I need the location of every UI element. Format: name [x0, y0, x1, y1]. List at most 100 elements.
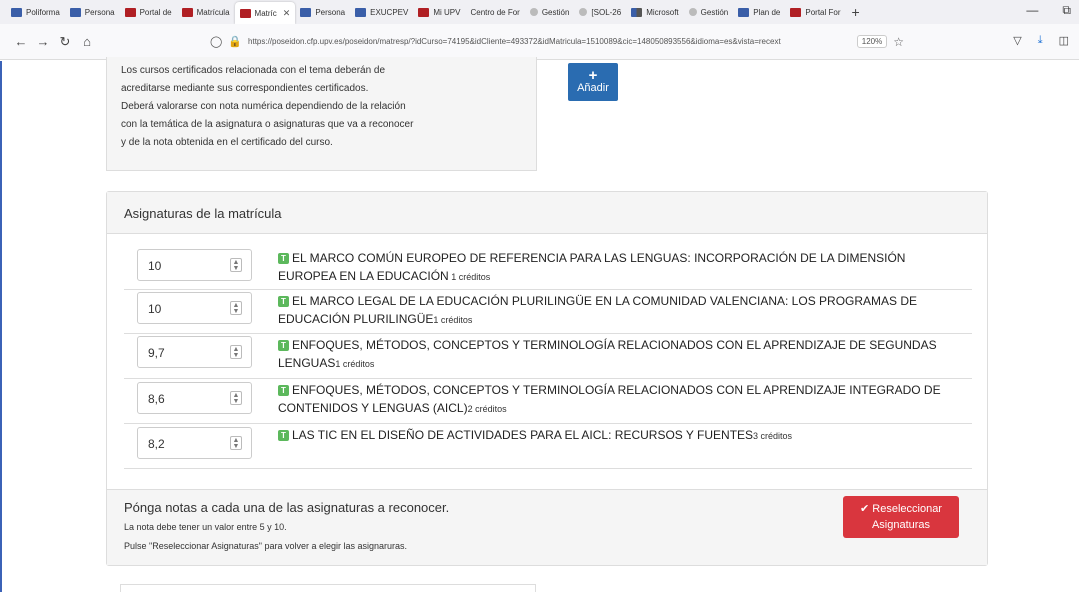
browser-tab[interactable]: Portal de [120, 0, 177, 24]
reselect-label-line2: Asignaturas [871, 519, 931, 531]
spinner-icon[interactable]: ▲ ▼ [230, 301, 242, 315]
grade-value[interactable]: 9,7 [148, 346, 165, 360]
subject-row: 9,7 ▲ ▼ T ENFOQUES, MÉTODOS, CONCEPTOS Y T… [124, 334, 972, 379]
spinner-icon[interactable]: ▲ ▼ [230, 258, 242, 272]
zoom-level[interactable]: 120% [856, 35, 888, 48]
page-content: Los cursos certificados relacionada con … [0, 57, 1079, 592]
panel-title: Asignaturas de la matrícula [107, 192, 987, 234]
subjects-panel: Asignaturas de la matrícula 10 ▲ ▼ T EL MA… [106, 191, 988, 566]
tab-favicon-icon [181, 7, 193, 17]
spinner-icon[interactable]: ▲ ▼ [230, 436, 242, 450]
tab-label: Centro de For [470, 7, 520, 17]
type-badge: T [278, 430, 289, 441]
new-tab-icon[interactable]: + [846, 4, 866, 20]
tab-favicon-icon [11, 7, 22, 17]
subject-title-line2: EUROPEA EN LA EDUCACIÓN [278, 269, 449, 283]
grade-input[interactable]: 8,6 ▲ ▼ [137, 382, 252, 414]
spinner-icon[interactable]: ▲ ▼ [230, 391, 242, 405]
sidebar-icon[interactable]: ◫ [1059, 34, 1069, 47]
shield-icon[interactable]: ◯ [210, 35, 222, 48]
browser-tab[interactable]: Matríc ✕ [234, 2, 296, 24]
subject-credits: 3 créditos [753, 431, 793, 441]
browser-tab[interactable]: Persona [65, 0, 120, 24]
tab-label: Matríc [254, 8, 277, 18]
subject-credits: 2 créditos [467, 404, 507, 414]
subject-title-line1: ENFOQUES, MÉTODOS, CONCEPTOS Y TERMINOLO… [292, 338, 937, 352]
grade-input[interactable]: 10 ▲ ▼ [137, 249, 252, 281]
next-card [120, 584, 536, 592]
browser-tab[interactable]: Microsoft [626, 0, 683, 24]
tab-label: Gestión [541, 7, 570, 17]
browser-tab[interactable]: Poliforma [6, 0, 65, 24]
browser-tab[interactable]: EXUCPEV [350, 0, 413, 24]
tab-favicon-icon [239, 8, 251, 18]
grade-value[interactable]: 10 [148, 302, 161, 316]
browser-tab[interactable]: Gestión [525, 0, 575, 24]
tab-favicon-icon [579, 8, 588, 16]
browser-tab[interactable]: [SOL-26 [574, 0, 626, 24]
tab-favicon-icon [300, 7, 312, 17]
spinner-icon[interactable]: ▲ ▼ [230, 345, 242, 359]
reload-icon[interactable]: ↻ [54, 34, 76, 50]
url-text[interactable]: https://poseidon.cfp.upv.es/poseidon/mat… [248, 37, 851, 46]
tab-favicon-icon [69, 7, 81, 17]
type-badge: T [278, 385, 289, 396]
close-icon[interactable]: ✕ [283, 8, 291, 19]
tab-favicon-icon [738, 7, 750, 17]
subject-row: 8,6 ▲ ▼ T ENFOQUES, MÉTODOS, CONCEPTOS Y T… [124, 379, 972, 424]
tab-label: Plan de [753, 7, 781, 17]
subject-name: T LAS TIC EN EL DISEÑO DE ACTIVIDADES PAR… [278, 426, 958, 445]
pocket-icon[interactable]: ▽ [1013, 34, 1021, 47]
footer-note: Pulse "Reseleccionar Asignaturas" para v… [124, 541, 408, 551]
browser-tab[interactable]: Gestión [684, 0, 734, 24]
address-bar[interactable]: ◯ 🔒 https://poseidon.cfp.upv.es/poseidon… [204, 29, 904, 55]
browser-tab[interactable]: Mi UPV [413, 0, 465, 24]
grade-value[interactable]: 8,2 [148, 437, 165, 451]
subject-row: 10 ▲ ▼ T EL MARCO COMÚN EUROPEO DE REFEREN… [124, 245, 972, 290]
grade-value[interactable]: 8,6 [148, 392, 165, 406]
panel-footer: Pónga notas a cada una de las asignatura… [107, 489, 987, 565]
home-icon[interactable]: ⌂ [76, 34, 98, 49]
tab-label: Mi UPV [433, 7, 461, 17]
footer-note: La nota debe tener un valor entre 5 y 10… [124, 522, 287, 532]
grade-input[interactable]: 8,2 ▲ ▼ [137, 427, 252, 459]
browser-tab[interactable]: Centro de For [465, 0, 524, 24]
tab-label: [SOL-26 [591, 7, 622, 17]
plus-icon: + [588, 67, 598, 84]
browser-toolbar: ← → ↻ ⌂ ◯ 🔒 https://poseidon.cfp.upv.es/… [0, 24, 1079, 60]
tab-favicon-icon [790, 7, 802, 17]
back-icon[interactable]: ← [10, 34, 32, 49]
minimize-icon[interactable]: — [1026, 3, 1038, 18]
add-button-label: Añadir [577, 82, 609, 94]
add-button[interactable]: + Añadir [568, 63, 618, 101]
info-line: con la temática de la asignatura o asign… [121, 119, 414, 130]
restore-icon[interactable]: ⧉ [1062, 3, 1071, 18]
subject-title-line2: EDUCACIÓN PLURILINGÜE [278, 312, 434, 326]
type-badge: T [278, 253, 289, 264]
lock-icon[interactable]: 🔒 [228, 35, 242, 48]
download-icon[interactable]: ⤓ [1038, 34, 1043, 47]
grade-input[interactable]: 10 ▲ ▼ [137, 292, 252, 324]
subject-name: T EL MARCO LEGAL DE LA EDUCACIÓN PLURILIN… [278, 292, 958, 329]
tab-favicon-icon [418, 7, 430, 17]
browser-tab[interactable]: Portal For [785, 0, 845, 24]
subject-credits: 1 créditos [335, 359, 375, 369]
certificate-info-card: Los cursos certificados relacionada con … [106, 57, 618, 171]
subject-name: T EL MARCO COMÚN EUROPEO DE REFERENCIA PA… [278, 249, 958, 286]
info-line: Los cursos certificados relacionada con … [121, 65, 386, 76]
tab-label: Microsoft [646, 7, 679, 17]
window-controls: — ⧉ [1026, 3, 1071, 18]
info-line: y de la nota obtenida en el certificado … [121, 137, 333, 148]
type-badge: T [278, 296, 289, 307]
browser-tab[interactable]: Matrícula [177, 0, 235, 24]
bookmark-star-icon[interactable]: ☆ [893, 35, 904, 49]
grade-input[interactable]: 9,7 ▲ ▼ [137, 336, 252, 368]
forward-icon[interactable]: → [32, 34, 54, 49]
subject-credits: 1 créditos [448, 272, 491, 282]
reselect-subjects-button[interactable]: ✔ Reseleccionar Asignaturas [843, 496, 959, 538]
browser-tab[interactable]: Plan de [733, 0, 785, 24]
subject-title-line2: LENGUAS [278, 356, 336, 370]
subject-name: T ENFOQUES, MÉTODOS, CONCEPTOS Y TERMINOL… [278, 381, 958, 418]
browser-tab[interactable]: Persona [295, 0, 350, 24]
grade-value[interactable]: 10 [148, 259, 161, 273]
